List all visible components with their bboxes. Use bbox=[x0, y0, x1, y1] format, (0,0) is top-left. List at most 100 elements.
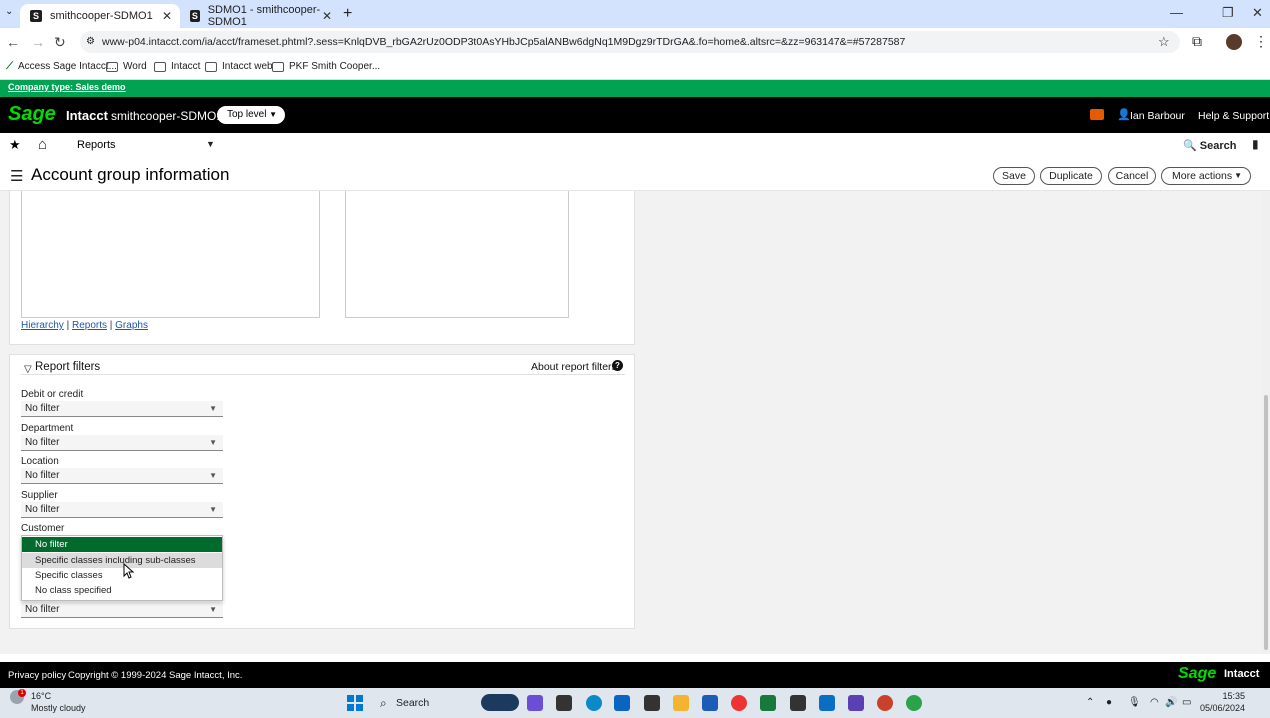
favorites-star-icon[interactable]: ★ bbox=[9, 137, 21, 153]
class-select[interactable]: No filter ▼ bbox=[21, 602, 223, 618]
site-info-icon[interactable]: ⚙ bbox=[86, 31, 95, 53]
reports-menu[interactable]: Reports bbox=[77, 139, 116, 151]
dropdown-option-specific-incl-sub[interactable]: Specific classes including sub-classes bbox=[22, 553, 222, 568]
weather-description[interactable]: Mostly cloudy bbox=[31, 703, 86, 713]
close-tab-icon[interactable]: ✕ bbox=[322, 9, 332, 23]
tab-search-icon[interactable]: ⌄ bbox=[5, 6, 13, 17]
microphone-icon[interactable]: 🎙 bbox=[1128, 697, 1141, 708]
user-name[interactable]: Ian Barbour bbox=[1130, 110, 1185, 122]
supplier-select[interactable]: No filter ▼ bbox=[21, 502, 223, 518]
taskbar-app-icon[interactable] bbox=[644, 695, 660, 711]
battery-icon[interactable]: ▭ bbox=[1182, 697, 1191, 708]
copyright-text: Copyright © 1999-2024 Sage Intacct, Inc. bbox=[68, 670, 243, 681]
reports-link[interactable]: Reports bbox=[72, 320, 107, 331]
cancel-button[interactable]: Cancel bbox=[1108, 167, 1156, 185]
sage-logo[interactable]: Sage bbox=[8, 103, 56, 126]
search-icon[interactable]: ⌕ bbox=[380, 696, 387, 711]
notification-badge: 1 bbox=[18, 689, 26, 697]
tray-chevron-icon[interactable]: ⌃ bbox=[1086, 697, 1094, 708]
reload-icon[interactable]: ↻ bbox=[54, 34, 66, 51]
nav-row: ★ ⌂ Reports ▼ 🔍 Search ▮ bbox=[0, 133, 1270, 159]
clock-date[interactable]: 05/06/2024 bbox=[1198, 703, 1245, 713]
company-name: smithcooper-SDMO1 bbox=[111, 109, 224, 123]
url-field[interactable]: ⚙ www-p04.intacct.com/ia/acct/frameset.p… bbox=[80, 31, 1180, 53]
bookmark-word[interactable]: Word bbox=[106, 61, 147, 72]
dropdown-option-specific-classes[interactable]: Specific classes bbox=[22, 568, 222, 583]
about-report-filters-link[interactable]: About report filters bbox=[531, 361, 617, 373]
taskbar-search[interactable]: Search bbox=[396, 697, 429, 709]
scrollbar-thumb[interactable] bbox=[1264, 395, 1268, 650]
file-explorer-icon[interactable] bbox=[556, 695, 572, 711]
company-type-label[interactable]: Company type: Sales demo bbox=[8, 82, 126, 92]
chrome-icon[interactable] bbox=[731, 695, 747, 711]
bookmark-intacct[interactable]: Intacct bbox=[154, 61, 200, 72]
department-select[interactable]: No filter ▼ bbox=[21, 435, 223, 451]
windows-start-icon[interactable] bbox=[347, 695, 363, 711]
browser-menu-icon[interactable]: ⋮ bbox=[1254, 33, 1268, 50]
weather-temperature[interactable]: 16°C bbox=[31, 691, 51, 701]
bookmark-access-sage[interactable]: ⟋ Access Sage Intacct... bbox=[6, 61, 117, 72]
bookmark-icon[interactable]: ▮ bbox=[1252, 137, 1259, 151]
forward-icon[interactable]: → bbox=[31, 34, 45, 50]
taskbar-widget[interactable] bbox=[481, 694, 519, 711]
folder-icon[interactable] bbox=[673, 695, 689, 711]
new-tab-icon[interactable]: + bbox=[343, 5, 352, 23]
back-icon[interactable]: ← bbox=[6, 34, 20, 50]
dropdown-option-no-class[interactable]: No class specified bbox=[22, 583, 222, 598]
duplicate-button[interactable]: Duplicate bbox=[1040, 167, 1102, 185]
question-icon[interactable]: ? bbox=[612, 360, 623, 371]
divider bbox=[21, 374, 625, 375]
copilot-icon[interactable] bbox=[527, 695, 543, 711]
chevron-down-icon: ▼ bbox=[209, 438, 217, 447]
taskbar-app-icon[interactable] bbox=[790, 695, 806, 711]
window-close-icon[interactable]: ✕ bbox=[1252, 5, 1263, 21]
clock-time[interactable]: 15:35 bbox=[1198, 691, 1245, 701]
hamburger-menu-icon[interactable]: ☰ bbox=[10, 167, 23, 185]
class-filter-dropdown: No filter Specific classes including sub… bbox=[21, 535, 223, 601]
hierarchy-link[interactable]: Hierarchy bbox=[21, 320, 64, 331]
chevron-down-icon: ▼ bbox=[209, 605, 217, 614]
restore-icon[interactable]: ❐ bbox=[1222, 5, 1234, 21]
profile-avatar[interactable] bbox=[1226, 34, 1242, 50]
save-button[interactable]: Save bbox=[993, 167, 1035, 185]
extensions-icon[interactable]: ⧉ bbox=[1192, 33, 1202, 50]
tray-app-icon[interactable]: ● bbox=[1106, 697, 1112, 708]
word-icon[interactable] bbox=[702, 695, 718, 711]
minimize-icon[interactable]: — bbox=[1170, 5, 1183, 20]
bookmark-pkf[interactable]: PKF Smith Cooper... bbox=[272, 61, 380, 72]
debit-credit-select[interactable]: No filter ▼ bbox=[21, 401, 223, 417]
bookmark-star-icon[interactable]: ☆ bbox=[1158, 34, 1170, 50]
more-actions-button[interactable]: More actions ▼ bbox=[1161, 167, 1251, 185]
edge-icon[interactable] bbox=[586, 695, 602, 711]
excel-icon[interactable] bbox=[760, 695, 776, 711]
search-link[interactable]: 🔍 Search bbox=[1183, 139, 1236, 152]
teams-icon[interactable] bbox=[848, 695, 864, 711]
volume-icon[interactable]: 🔊 bbox=[1165, 697, 1177, 708]
close-tab-icon[interactable]: ✕ bbox=[162, 9, 172, 23]
browser-tab-active[interactable]: S smithcooper-SDMO1 ✕ bbox=[20, 4, 180, 28]
chevron-down-icon[interactable]: ▼ bbox=[206, 139, 215, 149]
dropdown-option-no-filter[interactable]: No filter bbox=[22, 537, 222, 552]
report-filters-title[interactable]: Report filters bbox=[35, 361, 100, 373]
chrome-app-icon[interactable] bbox=[906, 695, 922, 711]
product-name: Intacct bbox=[66, 108, 108, 123]
taskbar-app-icon[interactable] bbox=[819, 695, 835, 711]
notification-flag-icon[interactable] bbox=[1090, 109, 1104, 120]
wifi-icon[interactable]: ◠ bbox=[1150, 697, 1159, 708]
browser-tab-bar: ⌄ S smithcooper-SDMO1 ✕ S SDMO1 - smithc… bbox=[0, 0, 1270, 28]
tab-title: SDMO1 - smithcooper-SDMO1 bbox=[207, 4, 321, 28]
powerpoint-icon[interactable] bbox=[877, 695, 893, 711]
help-support-link[interactable]: Help & Support bbox=[1198, 110, 1269, 122]
supplier-label: Supplier bbox=[21, 490, 58, 501]
app-header: Sage Intacct smithcooper-SDMO1 Top level… bbox=[0, 97, 1270, 133]
home-icon[interactable]: ⌂ bbox=[38, 136, 47, 153]
entity-selector[interactable]: Top level ▼ bbox=[217, 106, 285, 124]
browser-tab-inactive[interactable]: S SDMO1 - smithcooper-SDMO1 ✕ bbox=[180, 4, 340, 28]
privacy-policy-link[interactable]: Privacy policy bbox=[8, 670, 66, 681]
department-label: Department bbox=[21, 423, 74, 434]
bookmark-intacct-web[interactable]: Intacct web bbox=[205, 61, 273, 72]
outlook-icon[interactable] bbox=[614, 695, 630, 711]
location-select[interactable]: No filter ▼ bbox=[21, 468, 223, 484]
panel-links: Hierarchy | Reports | Graphs bbox=[21, 320, 148, 331]
graphs-link[interactable]: Graphs bbox=[115, 320, 148, 331]
